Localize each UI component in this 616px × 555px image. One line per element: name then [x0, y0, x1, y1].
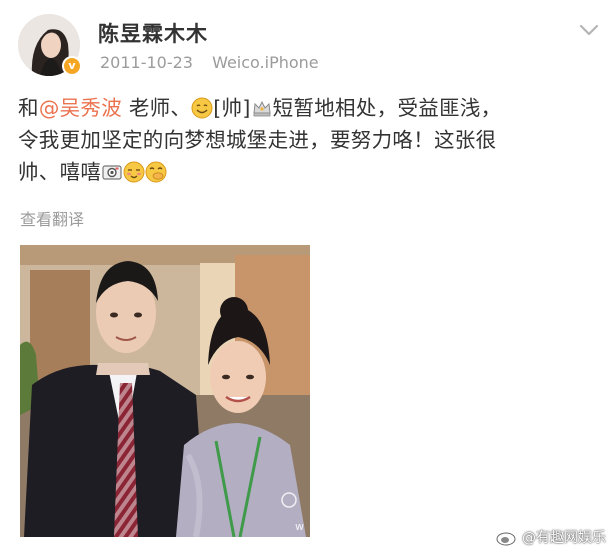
photo-watermark: w — [295, 520, 304, 533]
content-text-1: 短暂地相处，受益匪浅， — [272, 96, 502, 120]
mention-link[interactable]: @吴秀波 — [39, 96, 122, 120]
crown-emoji-icon — [253, 100, 271, 117]
photo-image — [20, 245, 310, 537]
post-photo[interactable]: w — [20, 245, 310, 537]
verified-badge-icon: v — [62, 56, 82, 76]
translate-link[interactable]: 查看翻译 — [20, 206, 84, 230]
post-meta: 2011-10-23 Weico.iPhone — [100, 53, 319, 72]
content-prefix: 和 — [18, 96, 39, 120]
smile-emoji-icon — [191, 97, 213, 119]
content-line-3: 帅、嘻嘻 — [18, 160, 102, 184]
camera-emoji-icon — [102, 165, 122, 180]
giggle-emoji-icon — [145, 161, 167, 183]
post-content: 和@吴秀波 老师、 [帅] 短暂地相处，受益匪浅， 令我更加坚定的向梦想城堡走进，要… — [18, 92, 603, 188]
content-line-2: 令我更加坚定的向梦想城堡走进，要努力咯！这张很 — [18, 128, 497, 152]
post-date: 2011-10-23 — [100, 53, 193, 72]
post-source: Weico.iPhone — [212, 53, 319, 72]
weibo-logo-icon — [496, 530, 517, 546]
blush-emoji-icon — [123, 161, 145, 183]
weibo-post: v 陈昱霖木木 2011-10-23 Weico.iPhone 和@吴秀波 老师… — [0, 0, 616, 555]
site-watermark: @有趣网娱乐 — [496, 527, 606, 547]
content-text: 老师、 — [122, 96, 192, 120]
content-tag: [帅] — [213, 96, 251, 120]
chevron-down-icon[interactable] — [578, 22, 600, 38]
username[interactable]: 陈昱霖木木 — [98, 18, 208, 48]
watermark-text: @有趣网娱乐 — [522, 530, 606, 546]
